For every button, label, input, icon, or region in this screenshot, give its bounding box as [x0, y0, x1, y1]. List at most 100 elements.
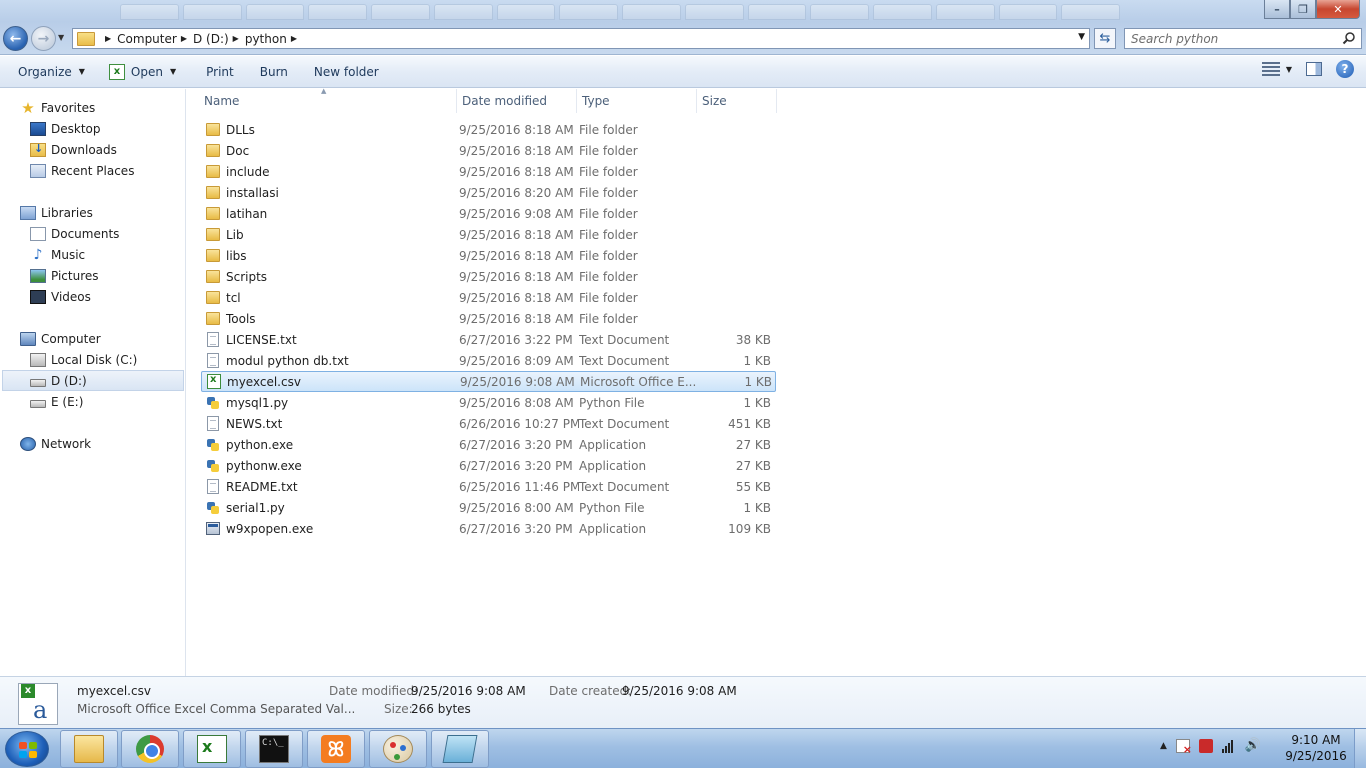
file-row[interactable]: LICENSE.txt 6/27/2016 3:22 PM Text Documen… — [201, 329, 776, 350]
clock[interactable]: 9:10 AM 9/25/2016 — [1285, 732, 1347, 764]
nav-item-drive-e[interactable]: E (E:) — [30, 391, 83, 412]
new-folder-button[interactable]: New folder — [306, 60, 387, 84]
show-hidden-icons-icon[interactable]: ▲ — [1160, 741, 1167, 751]
file-name: myexcel.csv — [227, 374, 301, 389]
file-row[interactable]: Doc 9/25/2016 8:18 AM File folder — [201, 140, 776, 161]
nav-item-downloads[interactable]: Downloads — [30, 139, 117, 160]
column-header-name[interactable]: Name ▲ — [199, 87, 457, 113]
back-button[interactable]: ← — [3, 26, 28, 51]
file-name-cell: serial1.py — [201, 501, 459, 515]
nav-item-recent-places[interactable]: Recent Places — [30, 160, 134, 181]
close-button[interactable]: ✕ — [1316, 0, 1360, 19]
search-icon[interactable] — [1342, 31, 1356, 45]
chevron-down-icon[interactable]: ▼ — [1286, 65, 1292, 74]
address-history-dropdown-icon[interactable]: ▼ — [1078, 32, 1085, 42]
chevron-right-icon[interactable]: ▶ — [291, 34, 297, 43]
minimize-button[interactable]: – — [1264, 0, 1290, 19]
nav-item-pictures[interactable]: Pictures — [30, 265, 99, 286]
chevron-right-icon[interactable]: ▶ — [105, 34, 111, 43]
taskbar-paint-button[interactable] — [369, 730, 427, 768]
search-box[interactable] — [1124, 28, 1362, 49]
file-row[interactable]: libs 9/25/2016 8:18 AM File folder — [201, 245, 776, 266]
file-type: File folder — [579, 122, 638, 137]
address-bar[interactable]: ▶ Computer ▶ D (D:) ▶ python ▶ ▼ — [72, 28, 1090, 49]
refresh-button[interactable]: ⇆ — [1094, 28, 1116, 49]
action-center-flag-icon[interactable] — [1175, 739, 1192, 756]
taskbar-xampp-button[interactable]: ꕤ — [307, 730, 365, 768]
taskbar-cmd-button[interactable]: C:\_ — [245, 730, 303, 768]
chevron-right-icon[interactable]: ▶ — [181, 34, 187, 43]
file-row[interactable]: NEWS.txt 6/26/2016 10:27 PM Text Document 4… — [201, 413, 776, 434]
print-button[interactable]: Print — [198, 60, 242, 84]
security-alert-icon[interactable] — [1198, 739, 1213, 753]
music-icon: ♪ — [33, 246, 43, 263]
file-row[interactable]: include 9/25/2016 8:18 AM File folder — [201, 161, 776, 182]
nav-item-favorites[interactable]: ★ Favorites — [20, 97, 95, 118]
network-signal-icon[interactable] — [1221, 739, 1236, 753]
file-row[interactable]: tcl 9/25/2016 8:18 AM File folder — [201, 287, 776, 308]
file-row[interactable]: mysql1.py 9/25/2016 8:08 AM Python File 1 K… — [201, 392, 776, 413]
file-name: serial1.py — [226, 500, 285, 515]
taskbar-chrome-button[interactable] — [121, 730, 179, 768]
taskbar-explorer-button[interactable] — [60, 730, 118, 768]
forward-button[interactable]: → — [31, 26, 56, 51]
folder-icon — [206, 249, 220, 262]
breadcrumb-python[interactable]: python — [245, 32, 287, 46]
nav-item-drive-d[interactable]: D (D:) — [2, 370, 184, 391]
nav-item-documents[interactable]: Documents — [30, 223, 119, 244]
window-controls: – ❐ ✕ — [1264, 0, 1360, 19]
taskbar-notepad-button[interactable] — [431, 730, 489, 768]
file-name: include — [226, 164, 270, 179]
maximize-button[interactable]: ❐ — [1290, 0, 1316, 19]
text-file-icon — [207, 479, 219, 494]
recent-pages-dropdown-icon[interactable]: ▼ — [58, 33, 64, 42]
burn-button[interactable]: Burn — [252, 60, 296, 84]
nav-item-videos[interactable]: Videos — [30, 286, 91, 307]
nav-item-desktop[interactable]: Desktop — [30, 118, 101, 139]
nav-item-music[interactable]: ♪ Music — [30, 244, 86, 265]
breadcrumb-drive-d[interactable]: D (D:) — [193, 32, 229, 46]
organize-button[interactable]: Organize ▼ — [10, 60, 93, 84]
nav-item-local-disk-c[interactable]: Local Disk (C:) — [30, 349, 137, 370]
file-row[interactable]: Scripts 9/25/2016 8:18 AM File folder — [201, 266, 776, 287]
nav-item-computer[interactable]: Computer — [20, 328, 101, 349]
chrome-icon — [136, 735, 164, 763]
file-row[interactable]: installasi 9/25/2016 8:20 AM File folder — [201, 182, 776, 203]
breadcrumb-computer[interactable]: Computer — [117, 32, 177, 46]
file-type: Text Document — [579, 332, 670, 347]
file-row[interactable]: myexcel.csv 9/25/2016 9:08 AM Microsoft Of… — [201, 371, 776, 392]
file-date-modified: 9/25/2016 8:18 AM — [459, 227, 574, 242]
file-row[interactable]: w9xpopen.exe 6/27/2016 3:20 PM Application… — [201, 518, 776, 539]
column-header-row: Name ▲ Date modified Type Size — [199, 87, 777, 113]
column-header-date-modified[interactable]: Date modified — [457, 89, 577, 113]
column-header-size[interactable]: Size — [697, 89, 777, 113]
column-header-type[interactable]: Type — [577, 89, 697, 113]
nav-item-network[interactable]: Network — [20, 433, 91, 454]
file-name: installasi — [226, 185, 279, 200]
computer-icon — [20, 331, 36, 346]
taskbar-excel-button[interactable] — [183, 730, 241, 768]
file-row[interactable]: pythonw.exe 6/27/2016 3:20 PM Application 2… — [201, 455, 776, 476]
file-row[interactable]: python.exe 6/27/2016 3:20 PM Application 27… — [201, 434, 776, 455]
file-row[interactable]: Tools 9/25/2016 8:18 AM File folder — [201, 308, 776, 329]
chevron-right-icon[interactable]: ▶ — [233, 34, 239, 43]
open-button[interactable]: x Open ▼ — [101, 60, 184, 84]
clock-date: 9/25/2016 — [1285, 749, 1347, 763]
change-view-icon[interactable] — [1261, 62, 1280, 76]
volume-icon[interactable]: 🔊 — [1245, 739, 1261, 753]
chevron-down-icon[interactable]: ▼ — [170, 67, 176, 76]
file-row[interactable]: README.txt 6/25/2016 11:46 PM Text Documen… — [201, 476, 776, 497]
help-icon[interactable]: ? — [1336, 60, 1354, 78]
file-name-cell: tcl — [201, 291, 459, 305]
file-row[interactable]: DLLs 9/25/2016 8:18 AM File folder — [201, 119, 776, 140]
file-type: File folder — [579, 269, 638, 284]
file-row[interactable]: Lib 9/25/2016 8:18 AM File folder — [201, 224, 776, 245]
file-row[interactable]: modul python db.txt 9/25/2016 8:09 AM Text… — [201, 350, 776, 371]
start-button[interactable] — [5, 731, 49, 767]
preview-pane-icon[interactable] — [1306, 62, 1322, 76]
nav-item-libraries[interactable]: Libraries — [20, 202, 93, 223]
file-row[interactable]: latihan 9/25/2016 9:08 AM File folder — [201, 203, 776, 224]
show-desktop-button[interactable] — [1354, 729, 1366, 768]
file-row[interactable]: serial1.py 9/25/2016 8:00 AM Python File 1 … — [201, 497, 776, 518]
search-input[interactable] — [1125, 29, 1325, 48]
